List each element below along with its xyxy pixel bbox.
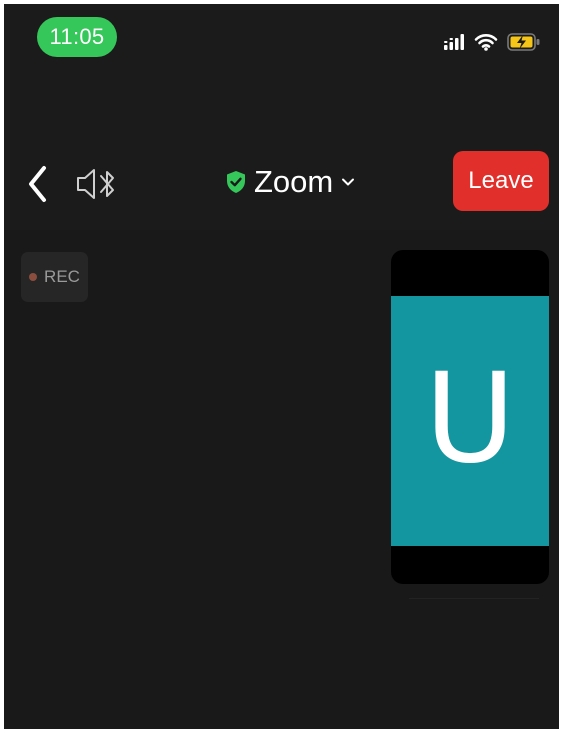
meeting-video-area: REC U [4,230,559,729]
status-time: 11:05 [49,24,105,49]
participant-video-tile[interactable]: U [391,250,549,584]
meeting-title-dropdown[interactable]: Zoom [226,160,355,204]
recording-label: REC [44,267,80,286]
back-button[interactable] [24,164,50,204]
participant-initial: U [424,347,516,491]
meeting-title: Zoom [254,164,334,199]
wifi-icon [474,34,498,51]
status-bar: 11:05 [4,4,559,80]
leave-button[interactable]: Leave [453,151,549,211]
battery-charging-icon [507,33,540,51]
recording-badge: REC [21,252,88,302]
chevron-down-icon [342,178,355,186]
recording-dot-icon [29,273,38,281]
shield-check-icon [227,171,245,193]
time-pill[interactable]: 11:05 [37,17,117,57]
audio-output-button[interactable] [74,163,120,205]
chevron-left-icon [29,166,46,202]
status-icons [443,32,541,52]
speaker-bluetooth-icon [77,169,114,199]
cellular-signal-icon [444,34,464,50]
tile-divider [409,598,539,599]
participant-avatar: U [391,296,549,546]
phone-screen: 11:05 Zoom Leave REC U [4,4,559,729]
meeting-header: Zoom Leave [4,146,559,222]
